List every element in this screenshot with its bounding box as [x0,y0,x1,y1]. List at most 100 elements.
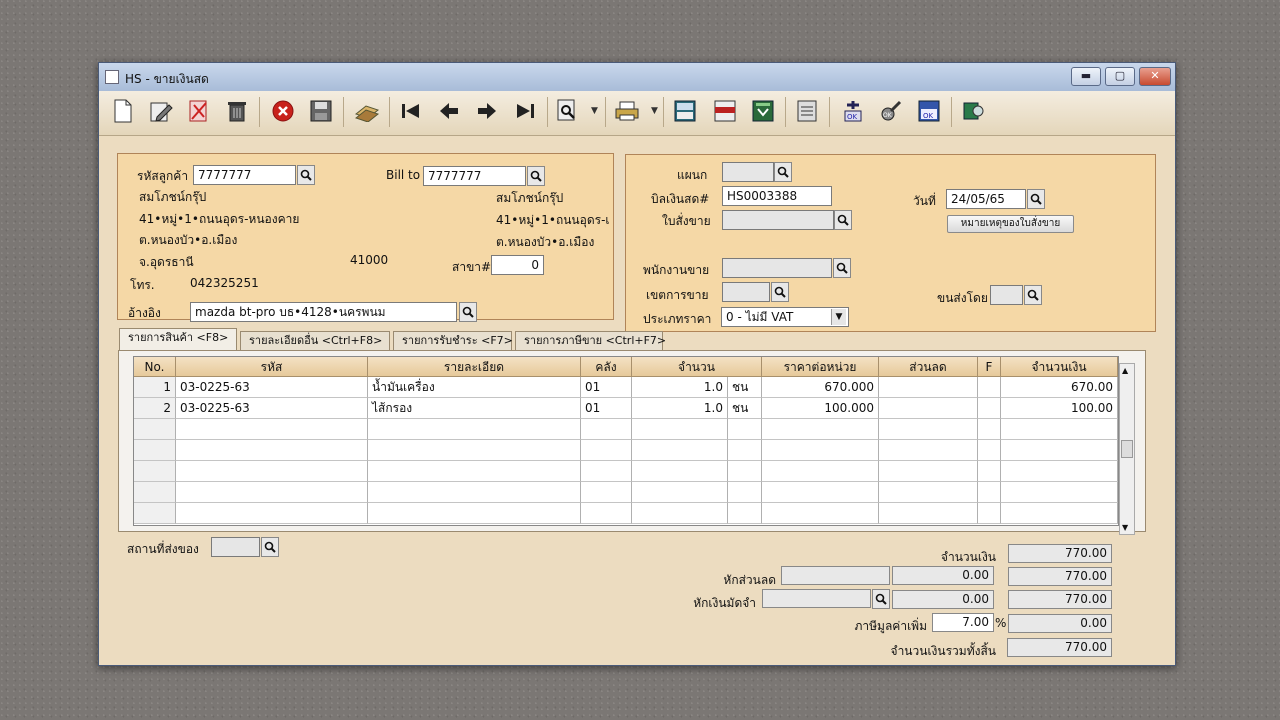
empty-table-cell[interactable] [581,440,632,461]
empty-table-cell[interactable] [134,503,176,524]
find-dropdown-icon[interactable]: ▼ [591,106,598,116]
empty-table-cell[interactable] [879,503,978,524]
grid-header-warehouse[interactable]: คลัง [581,357,632,377]
vat-rate-input[interactable]: 7.00 [932,613,994,632]
next-record-button[interactable] [473,97,501,125]
scroll-up-icon[interactable]: ▲ [1122,366,1128,375]
tab-sales-tax[interactable]: รายการภาษีขาย <Ctrl+F7> [515,331,666,351]
calculator-button[interactable] [671,97,699,125]
empty-table-cell[interactable] [581,482,632,503]
empty-table-cell[interactable] [978,440,1001,461]
department-search-button[interactable] [774,162,792,182]
billto-code-input[interactable]: 7777777 [423,166,526,186]
grid-header-unit-price[interactable]: ราคาต่อหน่วย [762,357,879,377]
empty-table-cell[interactable] [176,419,368,440]
deposit-search-button[interactable] [872,589,890,609]
empty-table-cell[interactable] [1001,503,1118,524]
table-cell-unit-price[interactable]: 100.000 [762,398,879,419]
empty-table-cell[interactable] [176,461,368,482]
table-cell-warehouse[interactable]: 01 [581,377,632,398]
empty-table-cell[interactable] [879,419,978,440]
empty-table-cell[interactable] [581,503,632,524]
table-cell-warehouse[interactable]: 01 [581,398,632,419]
empty-table-cell[interactable] [581,461,632,482]
print-button[interactable] [613,97,641,125]
empty-table-cell[interactable] [978,503,1001,524]
confirm-button[interactable]: OK [915,97,943,125]
empty-table-cell[interactable] [762,482,879,503]
print-dropdown-icon[interactable]: ▼ [651,106,658,116]
sales-order-input[interactable] [722,210,834,230]
date-input[interactable]: 24/05/65 [946,189,1026,209]
close-button[interactable] [269,97,297,125]
report-button[interactable] [711,97,739,125]
tab-items[interactable]: รายการสินค้า <F8> [119,328,237,351]
table-cell-description[interactable]: ไส้กรอง [368,398,581,419]
first-record-button[interactable] [397,97,425,125]
empty-table-cell[interactable] [176,503,368,524]
table-cell-discount[interactable] [879,398,978,419]
empty-table-cell[interactable] [762,419,879,440]
table-cell-amount[interactable]: 100.00 [1001,398,1118,419]
table-cell-code[interactable]: 03-0225-63 [176,398,368,419]
table-cell-unit[interactable]: ชน [728,398,762,419]
customer-code-input[interactable]: 7777777 [193,165,296,185]
table-cell-flag[interactable] [978,398,1001,419]
empty-table-cell[interactable] [134,461,176,482]
grid-header-flag[interactable]: F [978,357,1001,377]
empty-table-cell[interactable] [728,440,762,461]
empty-table-cell[interactable] [632,440,728,461]
ship-to-search-button[interactable] [261,537,279,557]
discount-value[interactable]: 0.00 [892,566,994,585]
grid-header-no[interactable]: No. [134,357,176,377]
empty-table-cell[interactable] [978,461,1001,482]
empty-table-cell[interactable] [581,419,632,440]
empty-table-cell[interactable] [134,440,176,461]
empty-table-cell[interactable] [632,461,728,482]
empty-table-cell[interactable] [728,461,762,482]
scroll-down-icon[interactable]: ▼ [1122,523,1128,532]
empty-table-cell[interactable] [632,419,728,440]
empty-table-cell[interactable] [1001,461,1118,482]
deposit-text-input[interactable] [762,589,871,608]
scroll-thumb[interactable] [1121,440,1133,458]
tab-other-details[interactable]: รายละเอียดอื่น <Ctrl+F8> [240,331,390,351]
find-document-button[interactable] [553,97,581,125]
empty-table-cell[interactable] [1001,419,1118,440]
table-cell-quantity[interactable]: 1.0 [632,398,728,419]
reference-input[interactable]: mazda bt-pro บธ•4128•นครพนม [190,302,457,322]
tools-button[interactable]: OK [877,97,905,125]
ship-to-input[interactable] [211,537,260,557]
discount-text-input[interactable] [781,566,890,585]
tab-payments[interactable]: รายการรับชำระ <F7> [393,331,513,351]
reference-search-button[interactable] [459,302,477,322]
empty-table-cell[interactable] [368,461,581,482]
deposit-value[interactable]: 0.00 [892,590,994,609]
chevron-down-icon[interactable]: ▼ [831,309,846,325]
empty-table-cell[interactable] [368,440,581,461]
grid-header-code[interactable]: รหัส [176,357,368,377]
cancel-document-button[interactable] [185,97,213,125]
empty-table-cell[interactable] [134,482,176,503]
sales-area-input[interactable] [722,282,770,302]
empty-table-cell[interactable] [176,440,368,461]
close-window-button[interactable]: ✕ [1139,67,1171,86]
billto-search-button[interactable] [527,166,545,186]
table-cell-no[interactable]: 2 [134,398,176,419]
table-cell-no[interactable]: 1 [134,377,176,398]
grid-header-discount[interactable]: ส่วนลด [879,357,978,377]
empty-table-cell[interactable] [632,503,728,524]
empty-table-cell[interactable] [632,482,728,503]
branch-input[interactable]: 0 [491,255,544,275]
grid-scrollbar[interactable]: ▲ ▼ [1119,363,1135,535]
empty-table-cell[interactable] [134,419,176,440]
empty-table-cell[interactable] [978,482,1001,503]
table-cell-amount[interactable]: 670.00 [1001,377,1118,398]
empty-table-cell[interactable] [762,440,879,461]
empty-table-cell[interactable] [368,482,581,503]
info-button[interactable] [793,97,821,125]
empty-table-cell[interactable] [728,482,762,503]
save-button[interactable] [307,97,335,125]
empty-table-cell[interactable] [879,482,978,503]
empty-table-cell[interactable] [176,482,368,503]
